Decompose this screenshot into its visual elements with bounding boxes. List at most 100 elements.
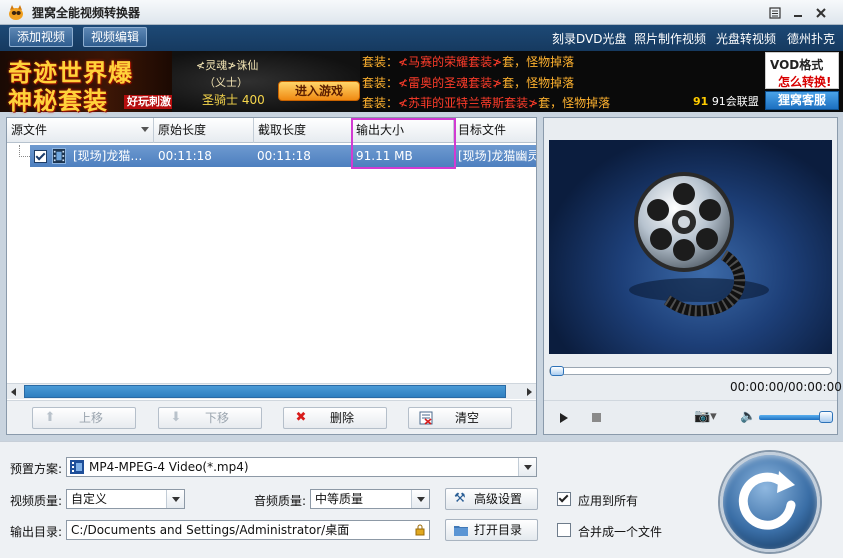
scroll-right-icon[interactable]	[527, 388, 532, 396]
vod-line-1: VOD格式	[770, 58, 824, 72]
table-button-bar: ⬆ 上移 ⬇ 下移 ✖ 删除 清空	[7, 400, 536, 434]
cell-target: [现场]龙猫幽灵.	[458, 149, 536, 163]
play-icon[interactable]	[560, 413, 568, 423]
minimize-icon[interactable]	[789, 4, 807, 21]
ad-mid-line-1: ≮灵魂≯诛仙	[196, 59, 259, 72]
audio-quality-select[interactable]: 中等质量	[310, 489, 430, 509]
ad-headline-2: 神秘套装	[8, 86, 108, 115]
column-header-target[interactable]: 目标文件	[454, 118, 536, 143]
promo-name: ≮苏菲的亚特兰蒂斯套装≯	[398, 96, 539, 110]
arrow-down-icon: ⬇	[170, 410, 182, 425]
preset-label: 预置方案:	[10, 462, 63, 476]
promo-suffix: 套，怪物掉落	[538, 96, 611, 110]
chevron-down-icon[interactable]	[166, 490, 184, 508]
edit-video-button[interactable]: 视频编辑	[83, 27, 148, 47]
mp4-format-icon	[70, 460, 84, 474]
add-video-button[interactable]: 添加视频	[9, 27, 74, 47]
volume-icon[interactable]: 🔈	[740, 409, 756, 424]
vod-line-2: 怎么转换!	[778, 75, 832, 89]
open-directory-label: 打开目录	[474, 523, 523, 537]
disc-to-video-link[interactable]: 光盘转视频	[716, 30, 776, 47]
promo-line-3[interactable]: 套装：≮苏菲的亚特兰蒂斯套装≯套，怪物掉落	[362, 94, 610, 111]
tools-icon: ⚒	[454, 491, 466, 506]
lock-folder-icon[interactable]	[414, 524, 426, 536]
clear-list-icon	[419, 411, 433, 425]
column-header-original-length[interactable]: 原始长度	[154, 118, 254, 143]
clear-label: 清空	[455, 411, 480, 425]
ad-mid-line-2: （义士）	[204, 76, 248, 89]
promo-suffix: 套，怪物掉落	[502, 76, 575, 90]
enter-game-button[interactable]: 进入游戏	[278, 81, 360, 101]
move-up-button[interactable]: ⬆ 上移	[32, 407, 136, 429]
union-link[interactable]: 91 91会联盟	[693, 93, 759, 109]
advanced-settings-button[interactable]: ⚒ 高级设置	[445, 488, 538, 510]
column-header-source[interactable]: 源文件	[7, 118, 154, 143]
scroll-thumb[interactable]	[24, 385, 506, 398]
delete-x-icon: ✖	[295, 410, 307, 425]
delete-button[interactable]: ✖ 删除	[283, 407, 387, 429]
open-directory-button[interactable]: 打开目录	[445, 519, 538, 541]
output-dir-label: 输出目录:	[10, 525, 63, 539]
vod-ad[interactable]: VOD格式 怎么转换!	[765, 52, 839, 89]
ad-left-panel[interactable]: 奇迹世界爆 神秘套装 好玩刺激	[0, 51, 180, 115]
clear-button[interactable]: 清空	[408, 407, 512, 429]
tree-line	[19, 145, 30, 157]
merge-label: 合并成一个文件	[578, 525, 663, 539]
promo-prefix: 套装：	[362, 55, 399, 69]
timecode: 00:00:00/00:00:00	[730, 380, 842, 394]
move-down-button[interactable]: ⬇ 下移	[158, 407, 262, 429]
seek-thumb[interactable]	[550, 366, 564, 376]
column-label: 源文件	[11, 123, 48, 137]
output-dir-input[interactable]: C:/Documents and Settings/Administrator/…	[66, 520, 430, 540]
advanced-settings-label: 高级设置	[474, 492, 523, 506]
row-checkbox[interactable]	[34, 150, 47, 163]
stop-icon[interactable]	[592, 413, 601, 422]
restore-icon[interactable]	[766, 4, 784, 21]
menu-bar: 添加视频 视频编辑 刻录DVD光盘 照片制作视频 光盘转视频 德州扑克	[0, 25, 843, 51]
film-reel-icon	[629, 172, 769, 317]
apply-all-checkbox[interactable]	[557, 492, 571, 506]
photo-video-link[interactable]: 照片制作视频	[634, 30, 706, 47]
apply-all-label: 应用到所有	[578, 494, 639, 508]
horizontal-scrollbar[interactable]	[7, 383, 536, 399]
promo-prefix: 套装：	[362, 96, 399, 110]
volume-thumb[interactable]	[818, 411, 833, 423]
promo-prefix: 套装：	[362, 76, 399, 90]
player-controls: 📷▾ 🔈	[544, 400, 837, 434]
title-bar: 狸窝全能视频转换器	[0, 0, 843, 25]
check-icon	[558, 492, 569, 503]
promo-suffix: 套，怪物掉落	[502, 55, 575, 69]
convert-button[interactable]	[720, 452, 820, 552]
volume-slider[interactable]	[759, 411, 833, 423]
move-up-label: 上移	[79, 411, 104, 425]
video-quality-select[interactable]: 自定义	[66, 489, 185, 509]
video-preview-screen[interactable]	[549, 140, 832, 354]
promo-line-2[interactable]: 套装：≮雷奥的圣魂套装≯套，怪物掉落	[362, 74, 574, 91]
cell-original-length: 00:11:18	[158, 149, 212, 163]
raccoon-logo-icon	[9, 5, 23, 20]
ad-banner[interactable]: 奇迹世界爆 神秘套装 好玩刺激 ≮灵魂≯诛仙 （义士） 圣骑士 400 进入游戏…	[0, 51, 843, 115]
seek-slider[interactable]	[549, 366, 832, 376]
output-dir-value: C:/Documents and Settings/Administrator/…	[71, 523, 350, 537]
sort-arrow-icon	[141, 127, 149, 132]
table-header: 源文件 原始长度 截取长度 输出大小 目标文件	[7, 118, 536, 143]
scroll-left-icon[interactable]	[11, 388, 16, 396]
merge-checkbox[interactable]	[557, 523, 571, 537]
promo-line-1[interactable]: 套装：≮马赛的荣耀套装≯套，怪物掉落	[362, 53, 574, 70]
film-icon	[52, 148, 66, 164]
cell-clip-length: 00:11:18	[257, 149, 311, 163]
column-header-output-size[interactable]: 输出大小	[352, 118, 454, 143]
table-row[interactable]: [现场]龙猫… 00:11:18 00:11:18 91.11 MB [现场]龙…	[30, 145, 536, 167]
preset-select[interactable]: MP4-MPEG-4 Video(*.mp4)	[66, 457, 537, 477]
poker-link[interactable]: 德州扑克	[787, 30, 835, 47]
customer-service-button[interactable]: 狸窝客服	[765, 91, 839, 110]
folder-icon	[454, 526, 468, 536]
burn-dvd-link[interactable]: 刻录DVD光盘	[552, 30, 626, 47]
chevron-down-icon[interactable]	[518, 458, 536, 476]
promo-name: ≮雷奥的圣魂套装≯	[398, 76, 503, 90]
column-header-clip-length[interactable]: 截取长度	[254, 118, 352, 143]
snapshot-camera-icon[interactable]: 📷▾	[694, 409, 717, 424]
chevron-down-icon[interactable]	[411, 490, 429, 508]
union-text: 91会联盟	[711, 95, 759, 108]
close-icon[interactable]	[812, 4, 830, 21]
